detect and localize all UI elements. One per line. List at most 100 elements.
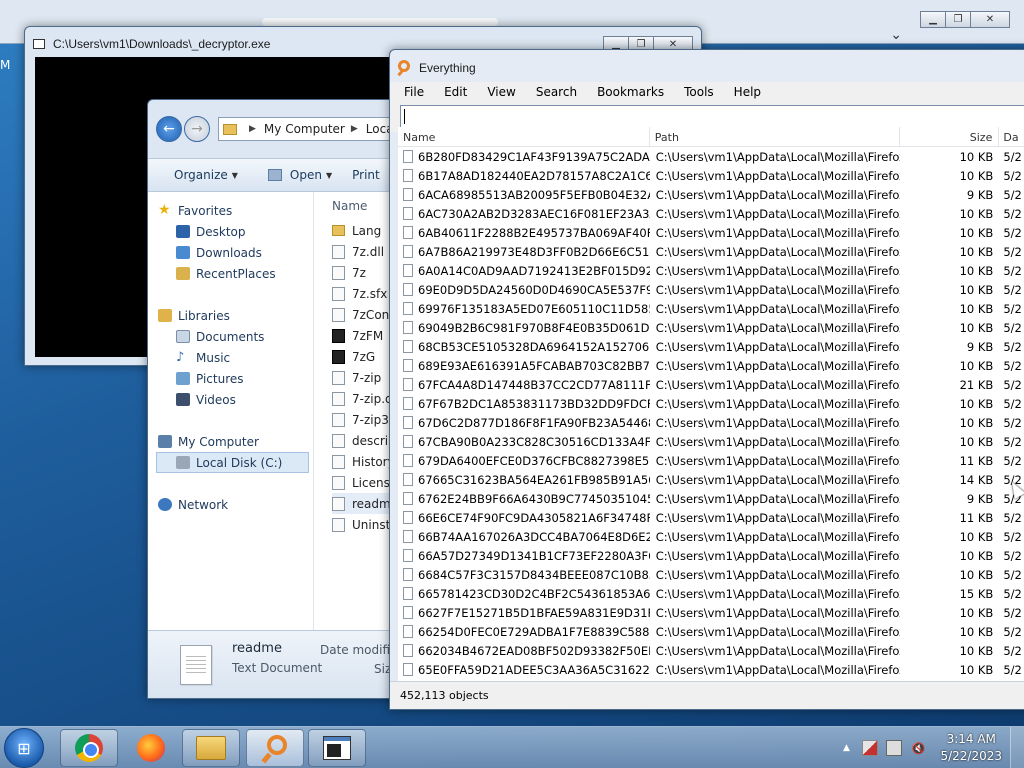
result-size: 11 KB <box>959 510 994 525</box>
nav-recentplaces[interactable]: RecentPlaces <box>148 263 313 284</box>
result-size: 10 KB <box>959 605 994 620</box>
result-row[interactable]: 665781423CD30D2C4BF2C54361853A6C39... C:\… <box>398 584 1024 603</box>
result-row[interactable]: 69E0D9D5DA24560D0D4690CA5E537F97D3... C:\… <box>398 280 1024 299</box>
back-button[interactable]: ← <box>156 116 182 142</box>
explorer-window[interactable]: ← → ▶ My Computer ▶ Loca Organize ▼ Open… <box>147 99 407 699</box>
result-size: 10 KB <box>959 624 994 639</box>
result-row[interactable]: 689E93AE616391A5FCABAB703C82BB754... C:\U… <box>398 356 1024 375</box>
nav-desktop[interactable]: Desktop <box>148 221 313 242</box>
nav-favorites[interactable]: ★ Favorites <box>148 200 313 221</box>
nav-videos-label: Videos <box>196 392 236 407</box>
file-icon <box>403 359 413 372</box>
address-bar[interactable]: ▶ My Computer ▶ Loca <box>218 117 406 141</box>
result-date: 5/2 <box>1003 377 1022 392</box>
nav-music[interactable]: ♪ Music <box>148 347 313 368</box>
network-status-icon[interactable] <box>886 740 903 756</box>
breadcrumb-my-computer[interactable]: My Computer <box>264 122 345 136</box>
breadcrumb-separator-icon[interactable]: ▶ <box>351 124 358 134</box>
start-button[interactable]: ⊞ <box>4 728 44 768</box>
result-row[interactable]: 69976F135183A5ED07E605110C11D585B42... C:… <box>398 299 1024 318</box>
close-button[interactable]: ✕ <box>970 11 1010 28</box>
menu-search[interactable]: Search <box>524 85 585 99</box>
result-row[interactable]: 662034B4672EAD08BF502D93382F50EE910... C:… <box>398 641 1024 660</box>
menu-bookmarks[interactable]: Bookmarks <box>585 85 672 99</box>
column-header-path[interactable]: Path <box>650 127 900 147</box>
result-row[interactable]: 66E6CE74F90FC9DA4305821A6F34748F98C... C:… <box>398 508 1024 527</box>
nav-downloads[interactable]: Downloads <box>148 242 313 263</box>
organize-label: Organize <box>174 168 228 182</box>
nav-documents[interactable]: Documents <box>148 326 313 347</box>
everything-window-title: Everything <box>419 61 476 75</box>
column-header-date[interactable]: Da <box>999 127 1024 147</box>
organize-button[interactable]: Organize ▼ <box>148 168 254 182</box>
result-row[interactable]: 66A57D27349D1341B1CF73EF2280A3F69E9... C:… <box>398 546 1024 565</box>
result-row[interactable]: 6ACA68985513AB20095F5EFB0B04E32A29... C:\… <box>398 185 1024 204</box>
result-row[interactable]: 6A7B86A219973E48D3FF0B2D66E6C514AB... C:\… <box>398 242 1024 261</box>
show-hidden-icons-icon[interactable]: ▲ <box>838 740 854 756</box>
result-name: 65E0FFA59D21ADEE5C3AA36A5C31622715... <box>418 662 650 677</box>
taskbar-everything[interactable] <box>246 729 304 767</box>
menu-view[interactable]: View <box>475 85 523 99</box>
action-center-flag-icon[interactable] <box>862 740 879 756</box>
menu-help[interactable]: Help <box>722 85 769 99</box>
result-row[interactable]: 67D6C2D877D186F8F1FA90FB23A544682A... C:\… <box>398 413 1024 432</box>
result-row[interactable]: 6B280FD83429C1AF43F9139A75C2ADAA7F... C:\… <box>398 147 1024 166</box>
file-name: 7zFM <box>352 328 384 343</box>
nav-pictures[interactable]: Pictures <box>148 368 313 389</box>
nav-network[interactable]: Network <box>148 494 313 515</box>
taskbar-explorer[interactable] <box>182 729 240 767</box>
file-icon <box>403 245 413 258</box>
column-header-name[interactable]: Name <box>398 127 650 147</box>
column-header-size[interactable]: Size <box>900 127 1000 147</box>
result-row[interactable]: 6627F7E15271B5D1BFAE59A831E9D31F538... C:… <box>398 603 1024 622</box>
result-size: 10 KB <box>959 244 994 259</box>
result-row[interactable]: 65E0FFA59D21ADEE5C3AA36A5C31622715... C:\… <box>398 660 1024 679</box>
result-row[interactable]: 69049B2B6C981F970B8F4E0B35D061D1987... C:… <box>398 318 1024 337</box>
result-row[interactable]: 6AB40611F2288B2E495737BA069AF40FA40... C:… <box>398 223 1024 242</box>
menu-file[interactable]: File <box>392 85 432 99</box>
show-desktop-button[interactable] <box>1010 727 1024 768</box>
file-icon <box>403 264 413 277</box>
result-row[interactable]: 6684C57F3C3157D8434BEEE087C10B85411... C:… <box>398 565 1024 584</box>
result-row[interactable]: 6A0A14C0AD9AAD7192413E2BF015D92182... C:\… <box>398 261 1024 280</box>
nav-libraries[interactable]: Libraries <box>148 305 313 326</box>
file-icon <box>332 244 345 259</box>
result-row[interactable]: 6AC730A2AB2D3283AEC16F081EF23A3AEE... C:\… <box>398 204 1024 223</box>
nav-local-disk[interactable]: Local Disk (C:) <box>156 452 309 473</box>
menu-tools[interactable]: Tools <box>672 85 722 99</box>
maximize-button[interactable]: ❐ <box>945 11 971 28</box>
menu-edit[interactable]: Edit <box>432 85 475 99</box>
search-input[interactable] <box>400 105 1024 128</box>
result-row[interactable]: 66254D0FEC0E729ADBA1F7E8839C58898A... C:\… <box>398 622 1024 641</box>
nav-recentplaces-label: RecentPlaces <box>196 266 276 281</box>
breadcrumb-separator-icon[interactable]: ▶ <box>249 124 256 134</box>
result-name-cell: 67F67B2DC1A853831173BD32DD9FDCFB31... <box>398 397 650 411</box>
result-row[interactable]: 6762E24BB9F66A6430B9C774503510453B4... C:… <box>398 489 1024 508</box>
forward-button[interactable]: → <box>184 116 210 142</box>
result-row[interactable]: 6B17A8AD182440EA2D78157A8C2A1C6BA... C:\U… <box>398 166 1024 185</box>
libraries-icon <box>158 309 172 322</box>
nav-videos[interactable]: Videos <box>148 389 313 410</box>
result-row[interactable]: 67CBA90B0A233C828C30516CD133A4F54... C:\U… <box>398 432 1024 451</box>
everything-title-bar[interactable]: Everything <box>390 50 1024 82</box>
taskbar-chrome[interactable] <box>60 729 118 767</box>
console-icon <box>323 736 351 760</box>
result-row[interactable]: 66B74AA167026A3DCC4BA7064E8D6E229... C:\U… <box>398 527 1024 546</box>
result-row[interactable]: 67665C31623BA564EA261FB985B91A56531... C:… <box>398 470 1024 489</box>
volume-muted-icon[interactable]: 🔇 <box>910 740 926 756</box>
result-row[interactable]: 67FCA4A8D147448B37CC2CD77A8111FE16... C:\… <box>398 375 1024 394</box>
documents-icon <box>176 330 190 343</box>
taskbar-firefox[interactable] <box>122 729 180 767</box>
open-button[interactable]: Open ▼ <box>254 168 348 182</box>
chevron-down-icon[interactable]: ⌄ <box>890 27 902 43</box>
result-row[interactable]: 679DA6400EFCE0D376CFBC8827398E5DAB... C:\… <box>398 451 1024 470</box>
file-icon <box>403 568 413 581</box>
result-path: C:\Users\vm1\AppData\Local\Mozilla\Firef… <box>655 605 900 620</box>
everything-window[interactable]: Everything File Edit View Search Bookmar… <box>389 49 1024 710</box>
taskbar-console[interactable] <box>308 729 366 767</box>
result-row[interactable]: 67F67B2DC1A853831173BD32DD9FDCFB31... C:\… <box>398 394 1024 413</box>
system-clock[interactable]: 3:14 AM 5/22/2023 <box>940 731 1002 765</box>
result-row[interactable]: 68CB53CE5105328DA6964152A15270657FC... C:… <box>398 337 1024 356</box>
minimize-button[interactable]: ▁ <box>920 11 946 28</box>
nav-my-computer[interactable]: My Computer <box>148 431 313 452</box>
